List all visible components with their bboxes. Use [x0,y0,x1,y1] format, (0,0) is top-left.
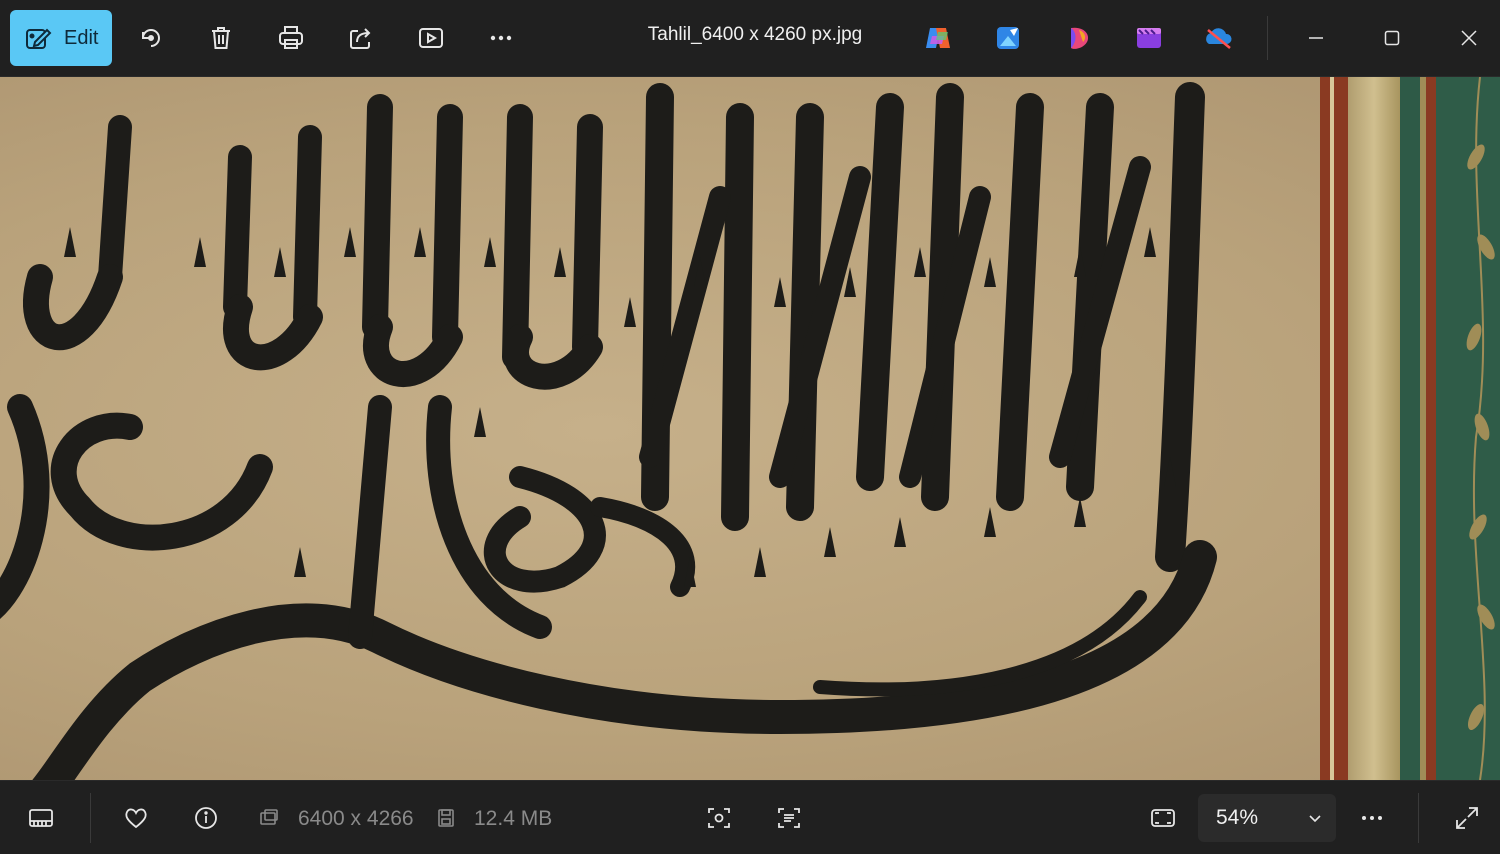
onedrive-icon[interactable] [1203,22,1235,54]
clipchamp-icon[interactable] [1063,22,1095,54]
more-icon [490,35,512,41]
status-divider-2 [1418,793,1419,843]
print-icon [279,26,303,49]
status-more-button[interactable] [1351,797,1393,839]
zoom-level: 54% [1216,806,1259,829]
edit-label: Edit [64,26,99,49]
share-button[interactable] [333,10,389,66]
image-canvas[interactable] [0,77,1500,780]
slideshow-icon [419,28,443,48]
delete-button[interactable] [193,10,249,66]
maximize-button[interactable] [1372,18,1412,58]
minimize-icon [1309,37,1323,39]
designer-icon[interactable] [1133,22,1165,54]
more-options-button[interactable] [473,10,529,66]
close-button[interactable] [1449,18,1489,58]
slideshow-button[interactable] [403,10,459,66]
maximize-icon [1384,30,1400,46]
rotate-icon [142,29,160,47]
minimize-button[interactable] [1296,18,1336,58]
toolbar-divider [1267,16,1268,60]
heart-icon [125,808,147,829]
close-icon [1461,30,1477,46]
floral-ornament [1466,77,1495,780]
frame-border-red-2 [1334,77,1348,780]
file-info-button[interactable] [185,797,227,839]
share-icon [350,28,371,49]
file-size-icon [438,809,454,827]
edit-button[interactable]: Edit [10,10,112,66]
image-dimensions: 6400 x 4266 [298,807,414,830]
filmstrip-icon [29,809,53,827]
status-divider [90,793,91,843]
file-name-title: Tahlil_6400 x 4260 px.jpg [647,24,863,45]
frame-ornament-panel [1436,77,1500,780]
filmstrip-button[interactable] [20,797,62,839]
status-bar: 6400 x 4266 12.4 MB 54% [0,780,1500,854]
copilot-icon[interactable] [922,22,954,54]
zoom-dropdown[interactable]: 54% [1198,794,1336,842]
frame-border-red [1320,77,1330,780]
photo-editor-icon[interactable] [992,22,1024,54]
full-screen-button[interactable] [1446,797,1488,839]
print-button[interactable] [263,10,319,66]
dimensions-icon [260,809,278,825]
visual-search-button[interactable] [698,797,740,839]
favorite-button[interactable] [115,797,157,839]
chevron-down-icon [1309,815,1321,823]
title-toolbar: Edit Tahlil_6400 x 4260 px.jpg [0,0,1500,77]
info-icon [195,807,217,829]
file-size: 12.4 MB [474,807,553,830]
visual-search-icon [708,808,730,828]
edit-icon [26,28,52,49]
frame-border-red-3 [1426,77,1436,780]
frame-border-gold [1348,77,1400,780]
rotate-button[interactable] [123,10,179,66]
calligraphy-artwork [0,82,1217,780]
scan-text-button[interactable] [768,797,810,839]
fit-to-window-button[interactable] [1142,797,1184,839]
scan-text-icon [778,808,800,828]
frame-border-green [1400,77,1420,780]
fit-window-icon [1151,809,1175,827]
more-icon [1362,816,1382,820]
expand-icon [1456,807,1478,829]
delete-icon [212,27,230,49]
